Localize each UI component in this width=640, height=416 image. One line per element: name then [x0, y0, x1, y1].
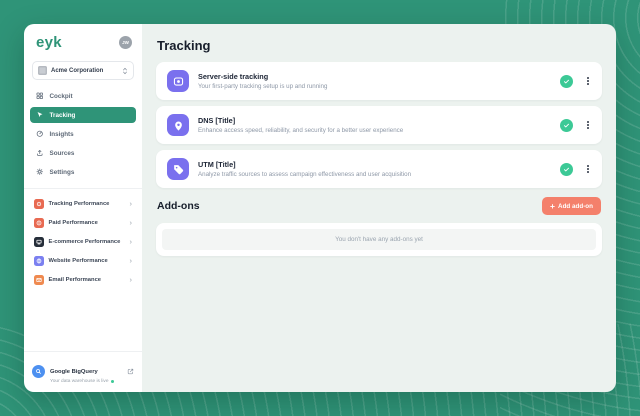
email-performance-icon	[34, 275, 44, 285]
sidebar-item-label: Tracking Performance	[48, 201, 110, 207]
company-name: Acme Corporation	[51, 67, 104, 74]
cockpit-icon	[36, 92, 43, 100]
sidebar-item-cockpit[interactable]: Cockpit	[30, 88, 136, 104]
external-link-icon[interactable]	[127, 368, 134, 375]
card-text: UTM [Title] Analyze traffic sources to a…	[198, 160, 560, 179]
card-dns[interactable]: DNS [Title] Enhance access speed, reliab…	[156, 106, 602, 144]
live-status-dot	[110, 380, 114, 383]
paid-performance-icon	[34, 218, 44, 228]
company-logo-icon	[38, 66, 47, 75]
add-addon-button[interactable]: + Add add-on	[542, 197, 601, 215]
sidebar-item-paid-performance[interactable]: Paid Performance ›	[30, 215, 136, 231]
kebab-menu-icon[interactable]	[585, 75, 591, 87]
chevron-right-icon: ›	[129, 256, 133, 266]
gear-icon	[36, 168, 43, 176]
card-description: Your first-party tracking setup is up an…	[198, 83, 328, 91]
status-check-icon	[560, 162, 574, 176]
kebab-menu-icon[interactable]	[585, 119, 591, 131]
chevron-right-icon: ›	[129, 237, 133, 247]
user-avatar[interactable]: JW	[119, 36, 132, 49]
bigquery-icon	[32, 365, 45, 379]
main-content: Tracking Server-side tracking Your first…	[142, 24, 616, 392]
bigquery-text: Google BigQuery Your data warehouse is l…	[50, 360, 122, 384]
plus-icon: +	[550, 200, 556, 211]
addons-empty-message: You don't have any add-ons yet	[162, 229, 596, 250]
utm-tag-icon	[167, 158, 189, 180]
bigquery-status[interactable]: Google BigQuery Your data warehouse is l…	[24, 350, 142, 393]
tracking-card-list: Server-side tracking Your first-party tr…	[156, 62, 602, 188]
website-performance-icon	[34, 256, 44, 266]
card-description: Enhance access speed, reliability, and s…	[198, 127, 404, 135]
bigquery-subtitle-text: Your data warehouse is live	[50, 379, 109, 384]
card-text: DNS [Title] Enhance access speed, reliab…	[198, 116, 560, 135]
chevron-right-icon: ›	[129, 275, 133, 285]
sidebar-item-label: Insights	[49, 130, 74, 138]
sidebar-item-email-performance[interactable]: Email Performance ›	[30, 272, 136, 288]
addons-title: Add-ons	[157, 200, 200, 212]
sidebar-item-website-performance[interactable]: Website Performance ›	[30, 253, 136, 269]
kebab-menu-icon[interactable]	[585, 163, 591, 175]
card-server-side-tracking[interactable]: Server-side tracking Your first-party tr…	[156, 62, 602, 100]
sidebar-item-label: Paid Performance	[48, 220, 98, 226]
card-title: Server-side tracking	[198, 71, 269, 81]
page-title: Tracking	[157, 38, 211, 53]
chevron-updown-icon	[122, 67, 128, 75]
card-title: DNS [Title]	[198, 115, 236, 125]
sidebar-menu: Cockpit Tracking Insights Sources Settin…	[24, 88, 142, 183]
status-check-icon	[560, 118, 574, 132]
server-tracking-icon	[167, 70, 189, 92]
card-utm[interactable]: UTM [Title] Analyze traffic sources to a…	[156, 150, 602, 188]
sidebar-header: eyk JW	[24, 24, 142, 59]
sidebar-item-settings[interactable]: Settings	[30, 164, 136, 180]
bigquery-title: Google BigQuery	[50, 368, 98, 375]
status-check-icon	[560, 74, 574, 88]
performance-menu: Tracking Performance › Paid Performance …	[24, 188, 142, 291]
sidebar-item-label: Sources	[49, 149, 75, 157]
sidebar-item-label: Settings	[49, 168, 75, 176]
card-description: Analyze traffic sources to assess campai…	[198, 171, 412, 179]
sidebar: eyk JW Acme Corporation Cockpit Tracking…	[24, 24, 142, 392]
add-addon-label: Add add-on	[558, 202, 593, 210]
sidebar-item-label: Tracking	[49, 111, 76, 119]
sidebar-item-ecommerce-performance[interactable]: E-commerce Performance ›	[30, 234, 136, 250]
app-window: eyk JW Acme Corporation Cockpit Tracking…	[24, 24, 616, 392]
chevron-right-icon: ›	[129, 218, 133, 228]
chevron-right-icon: ›	[129, 199, 133, 209]
ecommerce-performance-icon	[34, 237, 44, 247]
cursor-tracking-icon	[37, 112, 43, 118]
sidebar-item-tracking[interactable]: Tracking	[30, 107, 136, 123]
bigquery-subtitle: Your data warehouse is live	[50, 379, 122, 384]
sidebar-item-label: E-commerce Performance	[48, 239, 121, 245]
card-text: Server-side tracking Your first-party tr…	[198, 72, 560, 91]
company-selector[interactable]: Acme Corporation	[32, 61, 134, 80]
card-title: UTM [Title]	[198, 159, 236, 169]
sidebar-item-tracking-performance[interactable]: Tracking Performance ›	[30, 196, 136, 212]
sidebar-item-sources[interactable]: Sources	[30, 145, 136, 161]
sidebar-item-label: Website Performance	[48, 258, 108, 264]
dns-pin-icon	[167, 114, 189, 136]
addons-empty-card: You don't have any add-ons yet	[156, 223, 602, 256]
addons-header: Add-ons + Add add-on	[157, 197, 601, 215]
sidebar-item-label: Cockpit	[49, 92, 73, 100]
app-logo: eyk	[36, 34, 62, 51]
sidebar-item-label: Email Performance	[48, 277, 102, 283]
sidebar-item-insights[interactable]: Insights	[30, 126, 136, 142]
insights-icon	[36, 130, 43, 138]
tracking-performance-icon	[34, 199, 44, 209]
sources-icon	[37, 150, 43, 157]
